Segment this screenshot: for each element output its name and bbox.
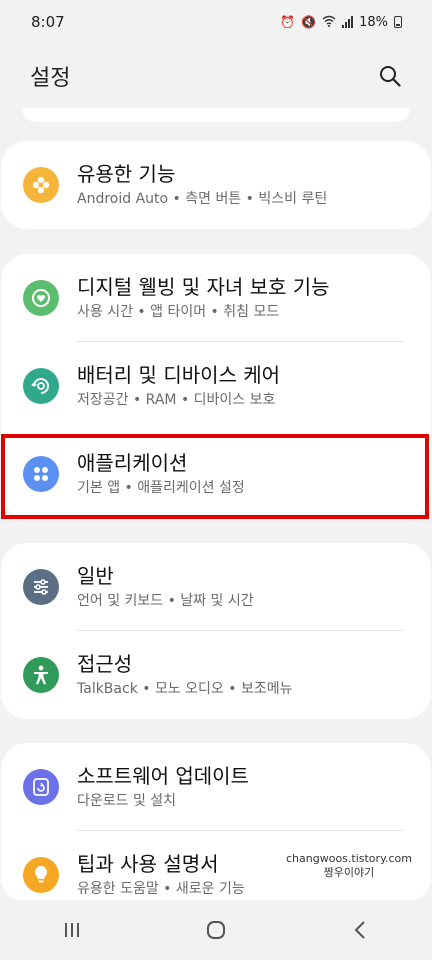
settings-item-software-update[interactable]: 소프트웨어 업데이트 다운로드 및 설치	[1, 743, 431, 831]
battery-icon	[394, 16, 402, 28]
settings-item-useful-features[interactable]: 유용한 기능 Android Auto • 측면 버튼 • 빅스비 루틴	[1, 141, 431, 229]
navigation-bar	[0, 900, 432, 960]
settings-item-accessibility[interactable]: 접근성 TalkBack • 모노 오디오 • 보조메뉴	[1, 631, 431, 719]
item-title: 접근성	[77, 652, 133, 676]
status-icons: ⏰ 🔇 18%	[280, 15, 402, 30]
settings-item-general[interactable]: 일반 언어 및 키보드 • 날짜 및 시간	[1, 543, 431, 631]
search-icon	[380, 66, 401, 87]
settings-group-useful: 유용한 기능 Android Auto • 측면 버튼 • 빅스비 루틴	[1, 141, 431, 229]
battery-percent: 18%	[359, 14, 388, 30]
settings-group-wellbeing: 디지털 웰빙 및 자녀 보호 기능 사용 시간 • 앱 타이머 • 취침 모드 …	[1, 254, 431, 518]
item-subtitle: 사용 시간 • 앱 타이머 • 취침 모드	[77, 304, 280, 320]
status-time: 8:07	[31, 13, 65, 31]
settings-item-digital-wellbeing[interactable]: 디지털 웰빙 및 자녀 보호 기능 사용 시간 • 앱 타이머 • 취침 모드	[1, 254, 431, 342]
home-button[interactable]	[186, 910, 246, 950]
item-title: 일반	[77, 564, 114, 588]
page-title: 설정	[30, 66, 71, 91]
header: 설정	[0, 44, 432, 108]
mute-icon: 🔇	[301, 15, 317, 29]
flower-icon	[23, 167, 59, 203]
item-title: 애플리케이션	[77, 451, 188, 475]
status-bar: 8:07 ⏰ 🔇 18%	[0, 0, 432, 44]
update-icon	[23, 769, 59, 805]
wifi-icon	[322, 15, 336, 30]
settings-group-general: 일반 언어 및 키보드 • 날짜 및 시간 접근성 TalkBack • 모노 …	[1, 543, 431, 719]
accessibility-icon	[23, 657, 59, 693]
lightbulb-icon	[23, 857, 59, 893]
item-subtitle: 기본 앱 • 애플리케이션 설정	[77, 480, 245, 496]
watermark-url: changwoos.tistory.com	[286, 852, 412, 865]
back-icon	[354, 921, 365, 939]
item-subtitle: TalkBack • 모노 오디오 • 보조메뉴	[77, 681, 293, 697]
item-subtitle: Android Auto • 측면 버튼 • 빅스비 루틴	[77, 191, 328, 207]
apps-grid-icon	[23, 456, 59, 492]
item-subtitle: 저장공간 • RAM • 디바이스 보호	[77, 392, 276, 408]
item-subtitle: 다운로드 및 설치	[77, 793, 177, 809]
search-button[interactable]	[376, 62, 404, 90]
item-subtitle: 언어 및 키보드 • 날짜 및 시간	[77, 593, 254, 609]
watermark: changwoos.tistory.com 짱우이야기	[286, 852, 412, 880]
signal-icon	[342, 16, 354, 28]
item-title: 유용한 기능	[77, 162, 176, 186]
sliders-icon	[23, 569, 59, 605]
recent-apps-button[interactable]	[42, 910, 102, 950]
settings-item-applications[interactable]: 애플리케이션 기본 앱 • 애플리케이션 설정	[1, 430, 431, 518]
settings-item-battery-device-care[interactable]: 배터리 및 디바이스 케어 저장공간 • RAM • 디바이스 보호	[1, 342, 431, 430]
item-title: 팁과 사용 설명서	[77, 852, 219, 876]
item-title: 디지털 웰빙 및 자녀 보호 기능	[77, 275, 330, 299]
item-title: 소프트웨어 업데이트	[77, 764, 249, 788]
watermark-name: 짱우이야기	[323, 866, 375, 879]
item-subtitle: 유용한 도움말 • 새로운 기능	[77, 881, 245, 897]
recent-apps-icon	[65, 923, 79, 937]
previous-card-edge	[22, 108, 410, 122]
back-button[interactable]	[330, 910, 390, 950]
item-title: 배터리 및 디바이스 케어	[77, 363, 281, 387]
alarm-icon: ⏰	[280, 15, 296, 29]
device-care-icon	[23, 368, 59, 404]
heart-circle-icon	[23, 280, 59, 316]
home-icon	[207, 921, 225, 939]
